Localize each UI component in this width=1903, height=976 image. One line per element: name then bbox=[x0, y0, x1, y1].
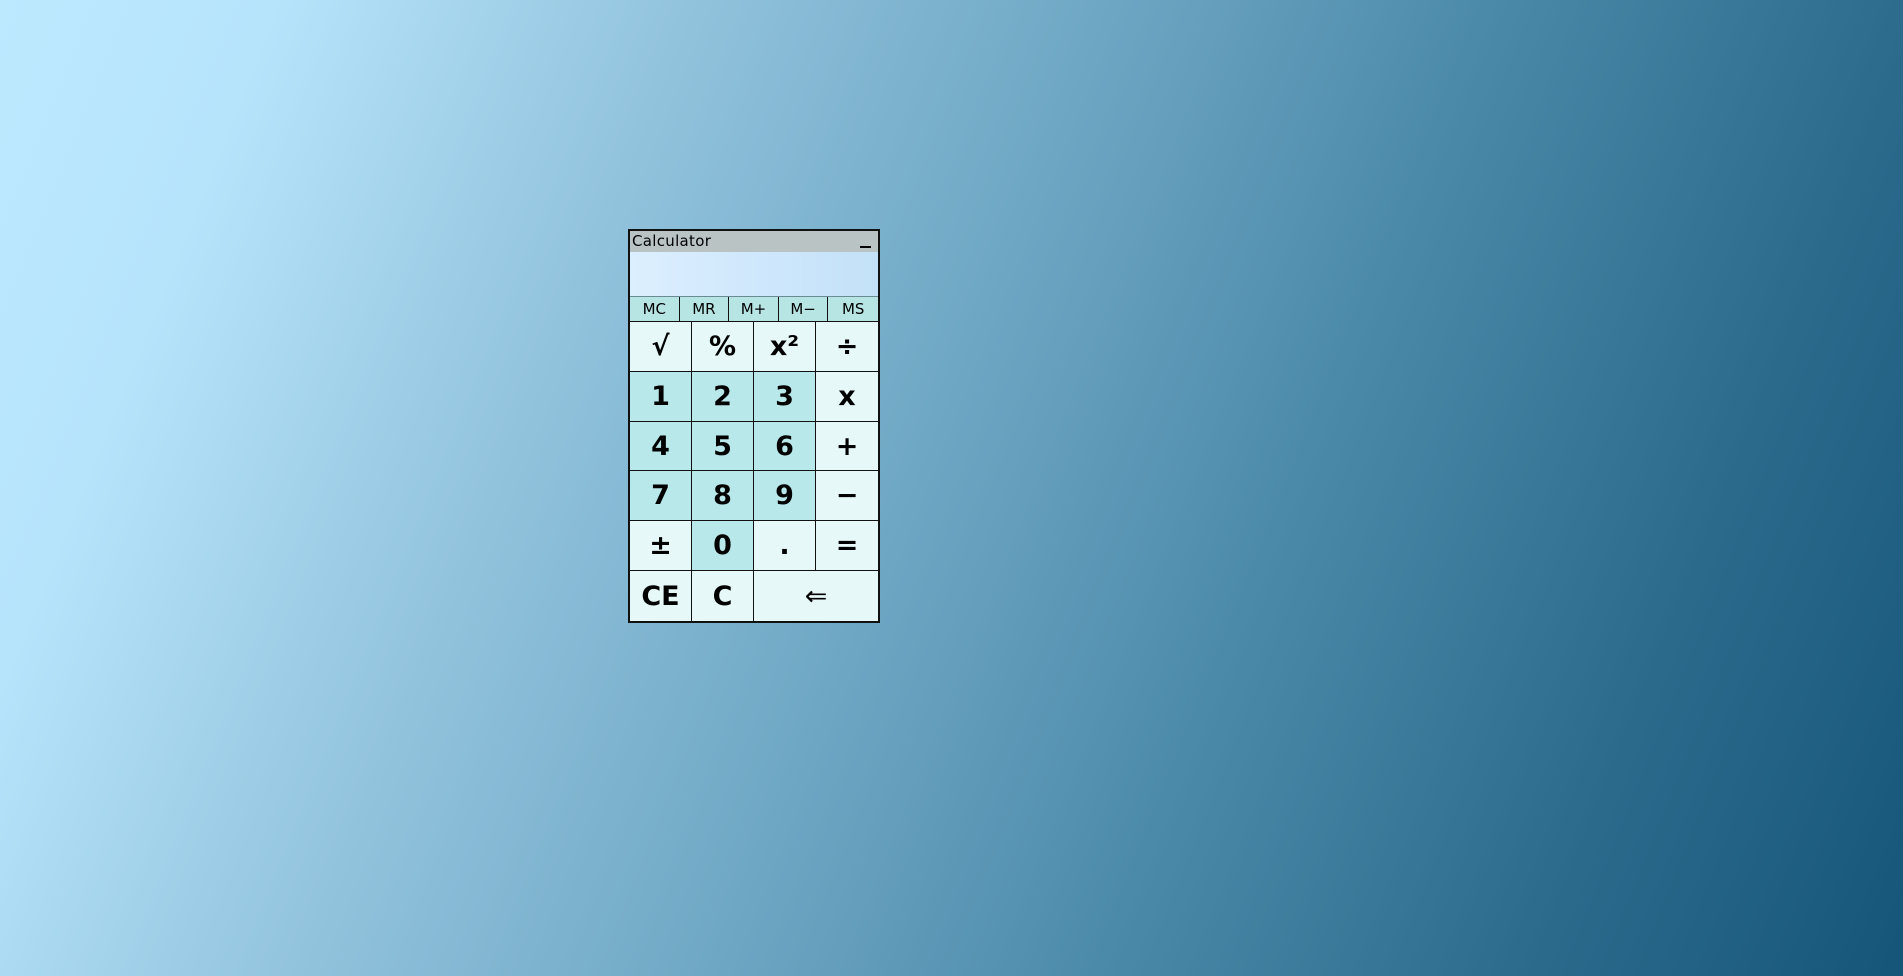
minimize-icon bbox=[859, 245, 871, 248]
memory-row: MC MR M+ M− MS bbox=[630, 297, 878, 322]
digit-7-button[interactable]: 7 bbox=[630, 471, 692, 522]
equals-button[interactable]: = bbox=[816, 521, 878, 572]
minimize-button[interactable] bbox=[858, 234, 872, 250]
divide-button[interactable]: ÷ bbox=[816, 322, 878, 372]
window-title: Calculator bbox=[632, 232, 712, 250]
memory-add-button[interactable]: M+ bbox=[729, 297, 779, 321]
calculator-window: Calculator MC MR M+ M− MS √ % x² ÷ 1 2 3… bbox=[628, 229, 880, 623]
memory-clear-button[interactable]: MC bbox=[630, 297, 680, 321]
clear-entry-button[interactable]: CE bbox=[630, 571, 692, 621]
digit-3-button[interactable]: 3 bbox=[754, 371, 816, 422]
digit-2-button[interactable]: 2 bbox=[692, 371, 754, 422]
subtract-button[interactable]: − bbox=[816, 471, 878, 522]
digit-4-button[interactable]: 4 bbox=[630, 421, 692, 472]
title-bar[interactable]: Calculator bbox=[630, 231, 878, 252]
decimal-point-button[interactable]: . bbox=[754, 521, 816, 572]
memory-subtract-button[interactable]: M− bbox=[778, 297, 829, 321]
calculator-display bbox=[630, 252, 878, 297]
digit-5-button[interactable]: 5 bbox=[692, 421, 754, 472]
digit-8-button[interactable]: 8 bbox=[692, 471, 754, 522]
digit-1-button[interactable]: 1 bbox=[630, 371, 692, 422]
square-button[interactable]: x² bbox=[754, 322, 816, 372]
negate-button[interactable]: ± bbox=[630, 521, 692, 572]
clear-button[interactable]: C bbox=[692, 571, 754, 621]
digit-0-button[interactable]: 0 bbox=[692, 521, 754, 572]
percent-button[interactable]: % bbox=[692, 322, 754, 372]
multiply-button[interactable]: x bbox=[816, 371, 878, 422]
memory-store-button[interactable]: MS bbox=[828, 297, 878, 321]
square-root-button[interactable]: √ bbox=[630, 322, 692, 372]
digit-6-button[interactable]: 6 bbox=[754, 421, 816, 472]
backspace-button[interactable]: ⇐ bbox=[754, 571, 878, 621]
keypad: √ % x² ÷ 1 2 3 x 4 5 6 + 7 8 9 − ± 0 . =… bbox=[630, 322, 878, 621]
memory-recall-button[interactable]: MR bbox=[679, 297, 730, 321]
digit-9-button[interactable]: 9 bbox=[754, 471, 816, 522]
add-button[interactable]: + bbox=[816, 421, 878, 472]
